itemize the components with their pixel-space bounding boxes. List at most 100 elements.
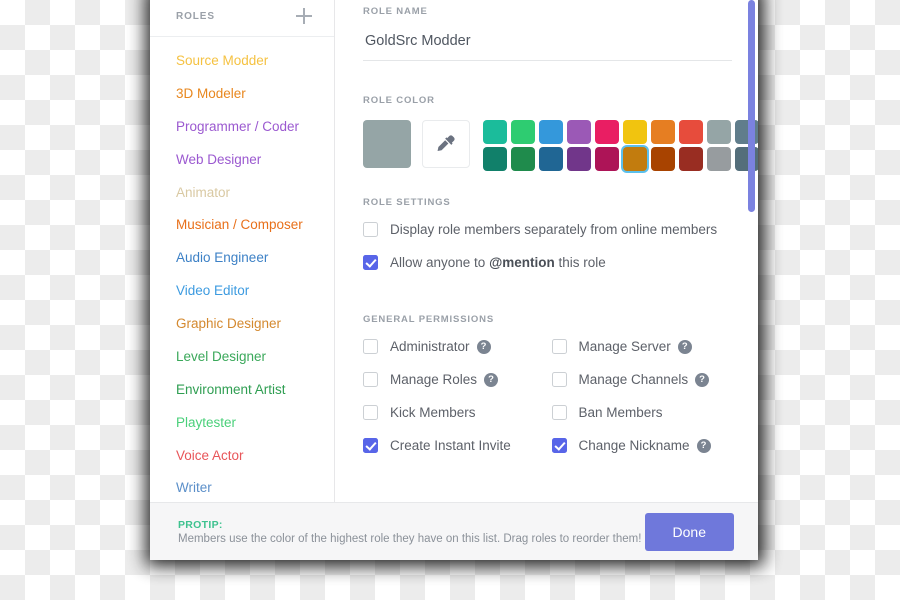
role-list-item[interactable]: Level Designer — [150, 341, 334, 374]
checkbox[interactable] — [363, 438, 378, 453]
general-permissions-block: GENERAL PERMISSIONS Administrator? Manage… — [363, 314, 732, 471]
color-swatch[interactable] — [483, 120, 507, 144]
permission-row[interactable]: Change Nickname? — [551, 438, 733, 453]
protip: PROTIP: Members use the color of the hig… — [178, 519, 641, 545]
color-picker-row — [363, 120, 758, 171]
role-list-item[interactable]: Video Editor — [150, 275, 334, 308]
color-swatch[interactable] — [595, 120, 619, 144]
role-list-item[interactable]: Animator — [150, 177, 334, 210]
color-swatch[interactable] — [511, 147, 535, 171]
help-icon[interactable]: ? — [476, 339, 491, 354]
checkbox[interactable] — [363, 222, 378, 237]
checkbox[interactable] — [551, 405, 567, 420]
color-swatch[interactable] — [539, 147, 563, 171]
plus-icon[interactable] — [296, 8, 312, 24]
checkbox[interactable] — [363, 372, 378, 387]
role-list-item[interactable]: Playtester — [150, 407, 334, 440]
permission-row[interactable]: Administrator? — [363, 339, 544, 354]
permission-label: Administrator — [390, 339, 470, 354]
roles-sidebar-header: ROLES — [150, 2, 334, 37]
scrollbar-track[interactable] — [748, 0, 755, 502]
checkbox[interactable] — [551, 339, 567, 354]
protip-text: Members use the color of the highest rol… — [178, 532, 642, 545]
permission-label: Manage Roles — [390, 372, 478, 387]
role-detail-panel: ROLE NAME ROLE COLOR — [335, 0, 758, 502]
role-color-block: ROLE COLOR — [363, 95, 758, 171]
color-swatch[interactable] — [595, 147, 619, 171]
general-permissions-label: GENERAL PERMISSIONS — [363, 314, 495, 325]
roles-sidebar: ROLES Source Modder 3D Modeler Programmer … — [150, 0, 335, 502]
roles-list: Source Modder 3D Modeler Programmer / Code… — [150, 37, 334, 502]
permission-row[interactable]: Create Instant Invite — [363, 438, 544, 453]
color-swatch[interactable] — [539, 120, 563, 144]
color-swatch[interactable] — [511, 120, 535, 144]
checkbox[interactable] — [551, 372, 567, 387]
role-list-item[interactable]: Voice Actor — [150, 440, 334, 473]
color-swatch[interactable] — [707, 120, 731, 144]
protip-title: PROTIP: — [178, 518, 223, 531]
permission-label: Manage Channels — [578, 372, 689, 387]
role-list-item[interactable]: Programmer / Coder — [150, 111, 334, 144]
color-swatch-grid — [483, 120, 758, 171]
modal-footer: PROTIP: Members use the color of the hig… — [150, 502, 758, 560]
color-swatch[interactable] — [651, 120, 675, 144]
help-icon[interactable]: ? — [484, 372, 499, 387]
permission-label: Kick Members — [390, 405, 476, 420]
permission-row[interactable]: Display role members separately from onl… — [363, 222, 732, 237]
role-settings-modal: ROLES Source Modder 3D Modeler Programmer … — [150, 0, 758, 560]
role-settings-list: Display role members separately from onl… — [363, 222, 732, 270]
color-swatch[interactable] — [623, 147, 647, 171]
permission-row[interactable]: Ban Members — [551, 405, 733, 420]
color-swatch[interactable] — [483, 147, 507, 171]
permission-row[interactable]: Manage Roles? — [363, 372, 544, 387]
checkbox[interactable] — [551, 438, 567, 453]
role-list-item[interactable]: Audio Engineer — [150, 242, 334, 275]
eyedropper-icon — [437, 135, 455, 152]
roles-sidebar-title: ROLES — [176, 10, 215, 22]
role-name-block: ROLE NAME — [363, 6, 732, 61]
color-swatch[interactable] — [707, 147, 731, 171]
permission-row[interactable]: Manage Channels? — [551, 372, 733, 387]
checkbox[interactable] — [363, 339, 378, 354]
role-list-item[interactable]: 3D Modeler — [150, 78, 334, 111]
help-icon[interactable]: ? — [696, 438, 711, 453]
color-swatch[interactable] — [651, 147, 675, 171]
done-button[interactable]: Done — [644, 512, 734, 551]
role-settings-label: ROLE SETTINGS — [363, 197, 451, 208]
help-icon[interactable]: ? — [677, 339, 692, 354]
role-list-item[interactable]: Source Modder — [150, 45, 334, 78]
role-list-item[interactable]: Graphic Designer — [150, 308, 334, 341]
role-list-item[interactable]: Musician / Composer — [150, 209, 334, 242]
role-color-label: ROLE COLOR — [363, 95, 435, 106]
role-name-input[interactable] — [363, 31, 732, 61]
permission-label: Ban Members — [578, 405, 663, 420]
checkbox[interactable] — [363, 405, 378, 420]
permission-row[interactable]: Manage Server? — [551, 339, 733, 354]
help-icon[interactable]: ? — [695, 372, 710, 387]
general-permissions-grid: Administrator? Manage Server? Manage Roles… — [363, 339, 732, 471]
permission-label: Display role members separately from onl… — [390, 222, 718, 237]
permission-label: Create Instant Invite — [390, 438, 511, 453]
role-list-item[interactable]: Writer — [150, 472, 334, 502]
color-swatch[interactable] — [567, 120, 591, 144]
permission-label: Change Nickname — [578, 438, 690, 453]
role-list-item[interactable]: Web Designer — [150, 144, 334, 177]
permission-row[interactable]: Allow anyone to @mention this role — [363, 255, 732, 270]
color-swatch[interactable] — [679, 120, 703, 144]
modal-body: ROLES Source Modder 3D Modeler Programmer … — [150, 0, 758, 502]
scrollbar-thumb[interactable] — [748, 0, 755, 212]
color-swatch[interactable] — [567, 147, 591, 171]
role-settings-block: ROLE SETTINGS Display role members separ… — [363, 197, 732, 270]
checkbox[interactable] — [363, 255, 378, 270]
color-swatch[interactable] — [679, 147, 703, 171]
role-name-label: ROLE NAME — [363, 6, 428, 17]
color-swatch[interactable] — [623, 120, 647, 144]
eyedropper-button[interactable] — [422, 120, 470, 168]
current-role-color-swatch[interactable] — [363, 120, 411, 168]
permission-label: Allow anyone to @mention this role — [390, 255, 606, 270]
role-list-item[interactable]: Environment Artist — [150, 374, 334, 407]
permission-row[interactable]: Kick Members — [363, 405, 544, 420]
